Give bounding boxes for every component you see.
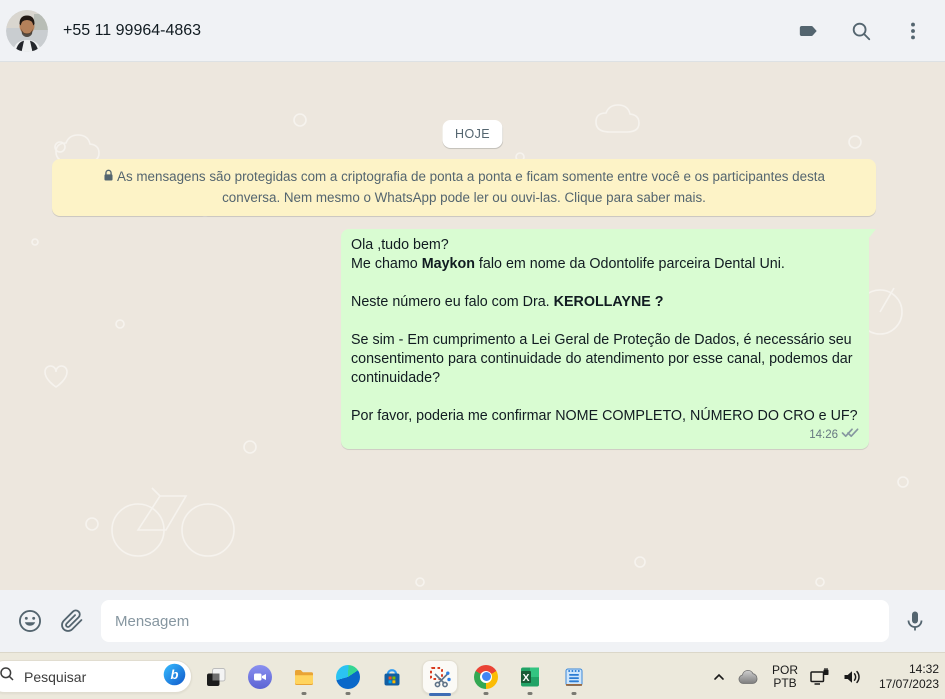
running-indicator: [483, 691, 489, 695]
taskbar-search[interactable]: Pesquisar b: [0, 660, 192, 693]
svg-text:b: b: [171, 667, 179, 682]
language-line2: PTB: [773, 675, 797, 690]
notepad-button[interactable]: [562, 657, 586, 697]
tray-date: 17/07/2023: [878, 676, 939, 691]
volume-icon[interactable]: [842, 668, 862, 686]
chrome-icon: [474, 664, 498, 689]
language-indicator[interactable]: POR PTB: [771, 662, 798, 690]
kebab-menu-icon[interactable]: [901, 19, 925, 43]
teams-chat-icon: [248, 664, 272, 689]
attach-icon[interactable]: [58, 607, 86, 635]
bing-chat-icon[interactable]: b: [163, 663, 186, 691]
snipping-tool-button[interactable]: [422, 657, 458, 697]
emoji-icon[interactable]: [16, 607, 44, 635]
chrome-button[interactable]: [474, 657, 498, 697]
svg-text:X: X: [522, 671, 529, 683]
header-actions: [797, 19, 925, 43]
date-divider: HOJE: [442, 120, 503, 148]
excel-button[interactable]: X: [518, 657, 542, 697]
edge-button[interactable]: [336, 657, 360, 697]
message-text: Ola ,tudo bem? Me chamo Maykon falo em no…: [351, 237, 858, 424]
message-meta: 14:26: [351, 428, 859, 443]
lock-icon: [103, 168, 114, 188]
system-tray: POR PTB 14:32 17/07/2023: [712, 653, 939, 699]
outgoing-message-bubble[interactable]: Ola ,tudo bem? Me chamo Maykon falo em no…: [341, 229, 876, 449]
encryption-notice[interactable]: As mensagens são protegidas com a cripto…: [52, 159, 876, 216]
conversation-panel: HOJE As mensagens são protegidas com a c…: [0, 62, 945, 590]
edge-icon: [336, 664, 360, 689]
taskbar-search-label: Pesquisar: [24, 668, 87, 685]
tray-time: 14:32: [908, 661, 939, 676]
search-magnifier-icon: [0, 666, 15, 687]
mic-icon[interactable]: [901, 607, 929, 635]
message-time: 14:26: [809, 429, 838, 441]
search-icon[interactable]: [849, 19, 873, 43]
encryption-notice-text: As mensagens são protegidas com a cripto…: [117, 169, 825, 205]
language-line1: POR: [771, 662, 798, 677]
running-indicator: [345, 691, 351, 695]
running-indicator: [571, 691, 577, 695]
active-indicator: [429, 692, 451, 696]
composer-bar: [0, 590, 945, 652]
avatar[interactable]: [6, 9, 48, 52]
whatsapp-window: +55 11 99964-4863 HOJE As mensagens são …: [0, 0, 945, 699]
delivered-double-check-icon: [841, 426, 859, 445]
network-icon[interactable]: [809, 667, 831, 687]
taskbar-apps: X: [204, 653, 606, 699]
message-input[interactable]: [101, 600, 889, 642]
snipping-tool-icon: [422, 659, 458, 694]
teams-chat-button[interactable]: [248, 657, 272, 697]
file-explorer-button[interactable]: [292, 657, 316, 697]
avatar-photo: [6, 9, 48, 52]
running-indicator: [301, 691, 307, 695]
taskbar-clock[interactable]: 14:32 17/07/2023: [873, 662, 939, 692]
tray-chevron-icon[interactable]: [712, 670, 726, 684]
windows-taskbar: Pesquisar b X POR PTB 14:32 17/07/2023: [0, 652, 945, 699]
label-icon[interactable]: [797, 19, 821, 43]
contact-name: +55 11 99964-4863: [63, 21, 202, 39]
running-indicator: [527, 691, 533, 695]
chat-header[interactable]: +55 11 99964-4863: [0, 0, 945, 62]
onedrive-cloud-icon[interactable]: [737, 669, 761, 685]
microsoft-store-button[interactable]: [380, 657, 404, 697]
task-view-button[interactable]: [204, 657, 228, 697]
